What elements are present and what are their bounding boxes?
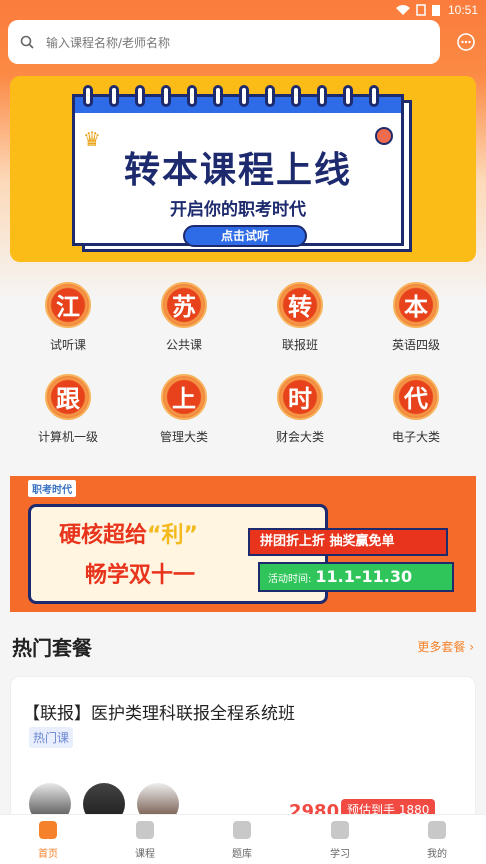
bottom-tab-bar: 首页 课程 题库 学习 我的 [0,814,486,864]
main-banner[interactable]: ♛ 转本课程上线 开启你的职考时代 点击试听 [10,76,476,262]
search-placeholder: 输入课程名称/老师名称 [46,35,171,50]
question-bank-icon [233,821,251,839]
badge-icon: 江 [45,282,91,328]
banner-subtitle: 开启你的职考时代 [170,200,306,220]
status-icons [396,4,440,16]
grid-item-computer[interactable]: 跟计算机一级 [8,374,128,445]
tab-course[interactable]: 课程 [115,821,175,860]
grid-item-management[interactable]: 上管理大类 [124,374,244,445]
chevron-right-icon: › [469,640,474,654]
study-icon [331,821,349,839]
grid-label: 公共课 [165,338,202,352]
promo-title-line1: 硬核超给“利” [59,523,198,548]
badge-icon: 跟 [45,374,91,420]
calendar-rings [83,85,379,107]
badge-icon: 本 [393,282,439,328]
badge-icon: 时 [277,374,323,420]
more-packages-link[interactable]: 更多套餐 › [417,638,474,655]
course-title: 【联报】医护类理科联报全程系统班 [23,704,295,724]
tab-profile[interactable]: 我的 [407,821,467,860]
promo-title-line2: 畅学双十一 [85,563,196,588]
grid-label: 电子大类 [391,430,440,444]
search-bar[interactable]: 输入课程名称/老师名称 [8,20,440,64]
badge-icon: 转 [277,282,323,328]
double-eleven-promo-banner[interactable]: 职考时代 硬核超给“利” 畅学双十一 拼团折上折 抽奖赢免单 活动时间: 11.1… [10,476,476,612]
status-bar: 10:51 [0,0,486,20]
course-icon [136,821,154,839]
grid-item-public[interactable]: 苏公共课 [124,282,244,353]
promo-pill-period: 活动时间: 11.1-11.30 [258,562,454,592]
grid-label: 管理大类 [159,430,208,444]
message-icon[interactable] [456,32,476,52]
promo-pill-group-discount: 拼团折上折 抽奖赢免单 [248,528,448,556]
grid-label: 试听课 [49,338,86,352]
calendar-card: ♛ 转本课程上线 开启你的职考时代 点击试听 [72,85,404,247]
no-sim-icon [416,4,426,16]
grid-label: 财会大类 [275,430,324,444]
tab-question-bank[interactable]: 题库 [212,821,272,860]
grid-item-electronics[interactable]: 代电子大类 [356,374,476,445]
profile-icon [428,821,446,839]
grid-item-cet4[interactable]: 本英语四级 [356,282,476,353]
grid-label: 英语四级 [391,338,440,352]
banner-title: 转本课程上线 [123,150,352,191]
tab-study[interactable]: 学习 [310,821,370,860]
grid-label: 联报班 [281,338,318,352]
wifi-icon [396,5,410,15]
course-tag: 热门课 [29,727,74,748]
home-icon [39,821,57,839]
grid-label: 计算机一级 [37,430,98,444]
badge-icon: 苏 [161,282,207,328]
search-icon [20,35,34,49]
badge-icon: 上 [161,374,207,420]
trial-listen-button[interactable]: 点击试听 [183,225,307,247]
grid-item-combined[interactable]: 转联报班 [240,282,360,353]
battery-icon [432,5,440,16]
badge-icon: 代 [393,374,439,420]
brand-logo: 职考时代 [28,480,76,497]
grid-item-trial[interactable]: 江试听课 [8,282,128,353]
course-card[interactable]: 【联报】医护类理科联报全程系统班 热门课 2980 预估到手 1880 [10,676,476,836]
clock-time: 10:51 [447,3,478,17]
tab-home[interactable]: 首页 [18,821,78,860]
grid-item-accounting[interactable]: 时财会大类 [240,374,360,445]
section-title-hot: 热门套餐 [12,636,92,660]
